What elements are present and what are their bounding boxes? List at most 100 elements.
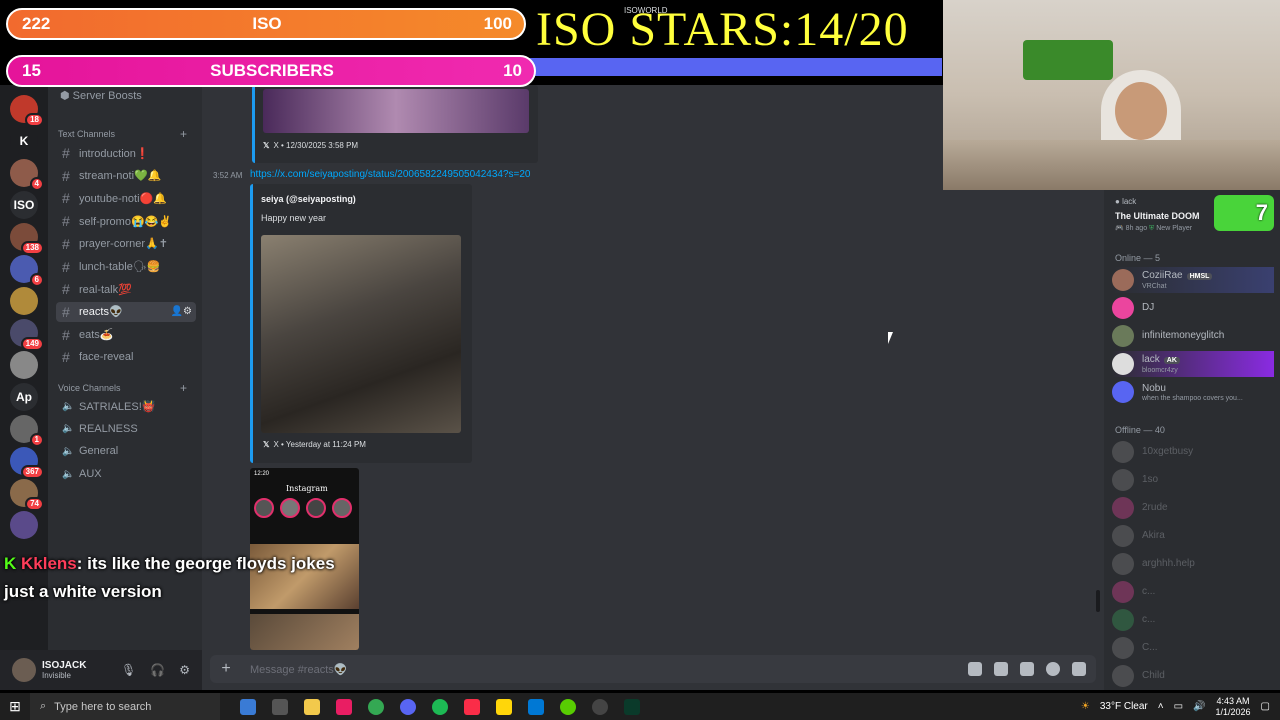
member-name: DJ [1142,302,1155,313]
server-boosts-link[interactable]: ⬢ Server Boosts [60,89,142,102]
subscribers-goal-bar: 15 SUBSCRIBERS 10 [6,55,536,87]
x-logo-icon: 𝕏 [263,440,270,449]
microphone-icon[interactable]: 🎙 [121,663,136,677]
server-icon[interactable]: K [10,127,38,155]
text-channel[interactable]: # face-reveal [56,347,196,367]
member-item[interactable]: DJ [1112,295,1274,321]
file-explorer-icon[interactable] [304,698,320,715]
obs-icon[interactable] [592,698,608,715]
boost-icon: ⬢ [60,90,73,102]
taskbar-search[interactable]: ⌕ Type here to search [30,693,220,720]
member-item[interactable]: infinitemoneyglitch [1112,323,1274,349]
message-input[interactable]: Message #reacts👽 [250,663,347,676]
hash-icon: # [62,190,70,207]
music-icon[interactable] [464,698,480,715]
member-item[interactable]: Nobu when the shampoo covers you... [1112,379,1274,405]
avatar [1112,525,1134,547]
member-item[interactable]: 1so [1112,467,1274,493]
avatar[interactable] [12,658,36,682]
notifications-icon[interactable]: ▢ [1261,701,1270,712]
spotify-icon[interactable] [432,698,448,715]
copilot-icon[interactable] [240,698,256,715]
windows-start-icon[interactable]: ⊞ [0,698,30,715]
tweet-link[interactable]: https://x.com/seiyaposting/status/200658… [250,169,530,180]
member-item[interactable]: c... [1112,579,1274,605]
weather-text[interactable]: 33°F Clear [1100,701,1148,712]
server-icon[interactable]: 367 [10,447,44,479]
opera-icon[interactable] [336,698,352,715]
add-voice-channel-icon[interactable]: + [180,381,187,395]
voice-channel[interactable]: 🔈 SATRIALES!👹 [56,396,196,416]
gif-icon[interactable] [994,662,1008,676]
voice-channel[interactable]: 🔈 General [56,441,196,461]
text-channel[interactable]: # lunch-table🗣🍔 [56,257,196,277]
text-channel[interactable]: # eats🍝 [56,325,196,345]
embed-author[interactable]: seiya (@seiyaposting) [261,194,356,204]
text-channel[interactable]: # prayer-corner🙏✝ [56,234,196,254]
avatar [1112,553,1134,575]
member-name: Child [1142,670,1165,681]
clock[interactable]: 4:43 AM 1/1/2026 [1216,696,1251,718]
embed-image[interactable] [261,235,461,433]
member-item[interactable]: Akira [1112,523,1274,549]
add-text-channel-icon[interactable]: + [180,127,187,141]
gift-icon[interactable] [968,662,982,676]
member-item[interactable]: c... [1112,607,1274,633]
text-channel[interactable]: # self-promo😭😂✌ [56,211,196,231]
outlook-icon[interactable] [528,698,544,715]
server-icon[interactable]: Ap [10,383,38,411]
server-icon[interactable]: 4 [10,159,44,191]
server-icon[interactable]: 6 [10,255,44,287]
channel-label: reacts👽 [79,306,123,319]
member-item[interactable]: CoziiRae HMSL VRChat [1112,267,1274,293]
add-attachment-icon[interactable]: + [210,660,242,678]
sticky-notes-icon[interactable] [496,698,512,715]
emoji-icon[interactable] [1046,662,1060,676]
voice-channel[interactable]: 🔈 REALNESS [56,419,196,439]
voice-channel[interactable]: 🔈 AUX [56,464,196,484]
hash-icon: # [62,235,70,252]
volume-icon[interactable]: 🔊 [1193,701,1205,712]
chrome-icon[interactable] [368,698,384,715]
member-item[interactable]: 10xgetbusy [1112,439,1274,465]
server-icon[interactable]: ISO [10,191,38,219]
text-channel[interactable]: # real-talk💯 [56,279,196,299]
text-channel[interactable]: # youtube-noti🔴🔔 [56,188,196,208]
discord-icon[interactable] [400,698,416,715]
text-channels-category[interactable]: Text Channels [58,129,115,139]
member-item[interactable]: C... [1112,635,1274,661]
gear-icon[interactable]: ⚙ [179,663,190,677]
network-icon[interactable]: ▭ [1174,701,1183,712]
text-channel[interactable]: # introduction❗ [56,143,196,163]
offline-group-label: Offline — 40 [1115,425,1165,435]
activity-card[interactable]: ● lack The Ultimate DOOM 🎮 8h ago ⛨ New … [1108,193,1278,237]
embed-footer-text: X • Yesterday at 11:24 PM [273,440,366,449]
sticker-icon[interactable] [1020,662,1034,676]
server-icon[interactable] [10,511,38,539]
chevron-up-icon[interactable]: ˄ [1158,701,1164,712]
embed-image[interactable] [263,89,529,133]
server-icon[interactable] [10,287,38,315]
terminal-icon[interactable] [624,698,640,715]
text-channel[interactable]: # reacts👽 👤⚙ [56,301,196,322]
member-item[interactable]: Child [1112,663,1274,689]
member-item[interactable]: arghhh.help [1112,551,1274,577]
member-status: bloomcr4zy [1142,367,1178,374]
store-icon[interactable] [272,698,288,715]
voice-channels-category[interactable]: Voice Channels [58,383,121,393]
text-channel[interactable]: # stream-noti💚🔔 [56,166,196,186]
server-icon[interactable]: 1 [10,415,44,447]
server-icon[interactable]: 138 [10,223,44,255]
chat-scrollbar[interactable] [1096,590,1100,612]
channel-settings-icon[interactable]: 👤⚙ [171,306,192,317]
duolingo-icon[interactable] [560,698,576,715]
member-item[interactable]: lack AK bloomcr4zy [1112,351,1274,377]
server-icon[interactable]: 18 [10,95,44,127]
stream-chat-message: K Kklens: its like the george floyds jok… [4,550,364,606]
server-icon[interactable]: 74 [10,479,44,511]
headphones-icon[interactable]: 🎧 [150,663,165,677]
member-item[interactable]: 2rude [1112,495,1274,521]
apps-icon[interactable] [1072,662,1086,676]
server-icon[interactable]: 149 [10,319,44,351]
server-icon[interactable] [10,351,38,379]
